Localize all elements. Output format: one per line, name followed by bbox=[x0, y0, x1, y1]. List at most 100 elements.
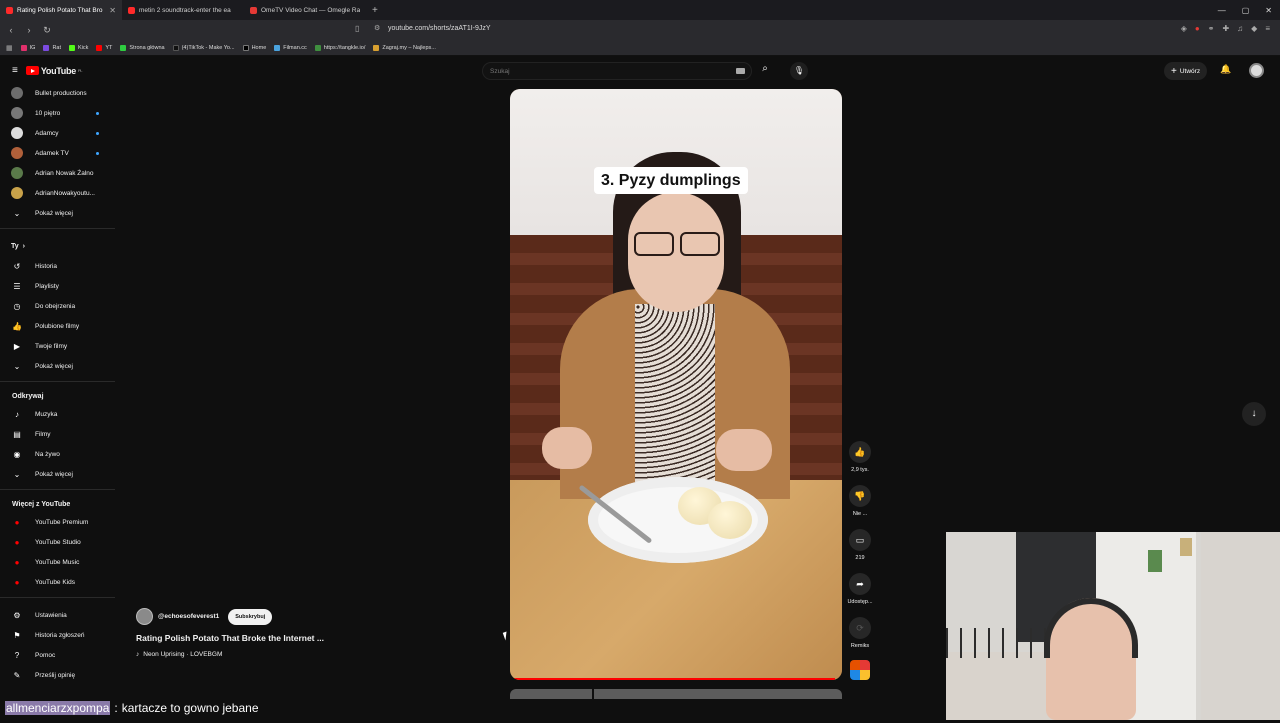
bookmark-item[interactable]: Filman.cc bbox=[274, 44, 307, 51]
sidebar-subscription[interactable]: Bullet productions bbox=[0, 83, 115, 103]
youtube-favicon-icon bbox=[128, 6, 135, 14]
music-icon[interactable]: ♫ bbox=[1237, 24, 1243, 33]
sidebar-item-youtube-kids[interactable]: ● YouTube Kids bbox=[0, 572, 115, 592]
site-info-icon[interactable]: ⚙ bbox=[374, 24, 380, 32]
sidebar-item-label: YouTube Studio bbox=[35, 538, 81, 546]
bookmark-item[interactable]: Strona główna bbox=[120, 44, 165, 51]
sidebar-item-live[interactable]: ◉ Na żywo bbox=[0, 444, 115, 464]
bookmark-item[interactable]: YT bbox=[96, 44, 112, 51]
sidebar-item-liked[interactable]: 👍 Polubione filmy bbox=[0, 316, 115, 336]
chevron-right-icon: › bbox=[22, 242, 25, 250]
like-button[interactable]: 👍 2,9 tys. bbox=[843, 441, 877, 473]
sidebar-show-more-you[interactable]: ⌄ Pokaż więcej bbox=[0, 356, 115, 376]
microphone-icon[interactable]: 🎙 bbox=[790, 62, 808, 80]
share-icon: ➦ bbox=[849, 573, 871, 595]
bookmark-item[interactable]: Home bbox=[242, 44, 266, 51]
close-window-icon[interactable]: ✕ bbox=[1265, 6, 1272, 15]
keyboard-icon[interactable] bbox=[736, 68, 745, 74]
notifications-bell-icon[interactable]: 🔔 bbox=[1220, 64, 1231, 75]
sidebar-item-playlists[interactable]: ☰ Playlisty bbox=[0, 276, 115, 296]
next-short-preview[interactable] bbox=[510, 689, 842, 699]
sound-thumbnail[interactable] bbox=[850, 660, 870, 680]
puzzle-icon[interactable]: ✚ bbox=[1222, 24, 1229, 33]
sidebar-item-youtube-music[interactable]: ● YouTube Music bbox=[0, 552, 115, 572]
search-icon[interactable]: ⌕ bbox=[756, 63, 774, 79]
bookmark-item[interactable]: Rat bbox=[43, 44, 61, 51]
forward-icon[interactable]: › bbox=[22, 25, 36, 35]
remix-label: Remiks bbox=[850, 643, 870, 649]
account-avatar[interactable] bbox=[1249, 63, 1264, 78]
bookmark-item[interactable]: IG bbox=[20, 44, 35, 51]
sound-row[interactable]: ♪ Neon Uprising · LOVEBGM bbox=[136, 651, 496, 658]
dislike-button[interactable]: 👎 Nie ... bbox=[843, 485, 877, 517]
bookmark-icon[interactable]: ▯ bbox=[355, 24, 359, 33]
short-title[interactable]: Rating Polish Potato That Broke the Inte… bbox=[136, 633, 496, 643]
sidebar-item-label: Pokaż więcej bbox=[35, 470, 73, 478]
url-input[interactable]: youtube.com/shorts/zaAT1I-9JzY bbox=[388, 25, 491, 32]
sidebar-show-more-subscriptions[interactable]: ⌄ Pokaż więcej bbox=[0, 203, 115, 223]
sidebar-item-youtube-premium[interactable]: ● YouTube Premium bbox=[0, 512, 115, 532]
apps-grid-icon[interactable]: ▦ bbox=[6, 44, 13, 52]
back-icon[interactable]: ‹ bbox=[4, 25, 18, 35]
arrow-down-icon[interactable]: ↓ bbox=[1242, 402, 1266, 426]
sidebar-item-help[interactable]: ? Pomoc bbox=[0, 645, 115, 665]
comment-icon: ▭ bbox=[849, 529, 871, 551]
channel-handle[interactable]: @echoesofeverest1 bbox=[158, 613, 219, 620]
remix-button[interactable]: ⟳ Remiks bbox=[843, 617, 877, 649]
minimize-icon[interactable]: — bbox=[1218, 6, 1226, 15]
bookmark-item[interactable]: Zagraj.my – Najleps... bbox=[373, 44, 436, 51]
extension-icon[interactable]: ⚭ bbox=[1208, 24, 1215, 33]
youtube-music-icon: ● bbox=[14, 557, 20, 567]
sidebar-subscription[interactable]: Adamcy bbox=[0, 123, 115, 143]
sidebar-item-report-history[interactable]: ⚑ Historia zgłoszeń bbox=[0, 625, 115, 645]
video-progress-bar[interactable] bbox=[510, 678, 836, 680]
search-input[interactable]: Szukaj bbox=[482, 62, 752, 80]
extension-icon[interactable]: ◈ bbox=[1181, 24, 1187, 33]
shield-icon[interactable]: ◆ bbox=[1251, 24, 1257, 33]
subscribe-button[interactable]: Subskrybuj bbox=[228, 608, 273, 625]
channel-name: Adamcy bbox=[35, 129, 59, 137]
sidebar-subscription[interactable]: AdrianNowakyoutu... bbox=[0, 183, 115, 203]
sidebar-item-watch-later[interactable]: ◷ Do obejrzenia bbox=[0, 296, 115, 316]
sidebar-subscription[interactable]: 10 piętro bbox=[0, 103, 115, 123]
tab-youtube-short[interactable]: Rating Polish Potato That Bro ✕ bbox=[0, 0, 122, 20]
comments-button[interactable]: ▭ 219 bbox=[843, 529, 877, 561]
new-content-dot bbox=[96, 111, 99, 115]
sidebar-item-label: Prześlij opinię bbox=[35, 671, 76, 679]
bookmark-item[interactable]: (4)TikTok - Make Yo... bbox=[172, 44, 235, 51]
bookmark-item[interactable]: https://tangkle.io/ bbox=[314, 44, 365, 51]
close-tab-icon[interactable]: ✕ bbox=[109, 6, 116, 15]
channel-avatar[interactable] bbox=[136, 608, 153, 625]
tab-metin-soundtrack[interactable]: metin 2 soundtrack-enter the ea bbox=[122, 0, 244, 20]
sidebar-item-your-videos[interactable]: ▶ Twoje filmy bbox=[0, 336, 115, 356]
sidebar-item-settings[interactable]: ⚙ Ustawienia bbox=[0, 605, 115, 625]
reload-icon[interactable]: ↻ bbox=[40, 25, 54, 36]
sidebar-item-feedback[interactable]: ✎ Prześlij opinię bbox=[0, 665, 115, 685]
short-video-player[interactable]: 3. Pyzy dumplings bbox=[510, 89, 842, 680]
sidebar-you-header[interactable]: Ty › bbox=[0, 236, 115, 256]
youtube-logo[interactable]: YouTube PL bbox=[25, 66, 83, 76]
share-button[interactable]: ➦ Udostęp... bbox=[843, 573, 877, 605]
bookmark-item[interactable]: Kick bbox=[69, 44, 88, 51]
extension-icons: ◈ ● ⚭ ✚ ♫ ◆ ≡ bbox=[1181, 24, 1270, 33]
sidebar-item-youtube-studio[interactable]: ● YouTube Studio bbox=[0, 532, 115, 552]
new-tab-icon[interactable]: + bbox=[366, 5, 384, 16]
divider bbox=[0, 381, 115, 382]
video-scene-blouse bbox=[635, 304, 715, 484]
share-label: Udostęp... bbox=[847, 599, 873, 605]
menu-icon[interactable]: ≡ bbox=[12, 65, 18, 76]
create-button[interactable]: + Utwórz bbox=[1164, 62, 1208, 80]
sidebar-item-movies[interactable]: ▤ Filmy bbox=[0, 424, 115, 444]
sidebar-item-music[interactable]: ♪ Muzyka bbox=[0, 404, 115, 424]
maximize-icon[interactable]: ▢ bbox=[1242, 6, 1250, 15]
sidebar-subscription[interactable]: Adrian Nowak Żalno bbox=[0, 163, 115, 183]
sidebar-show-more-explore[interactable]: ⌄ Pokaż więcej bbox=[0, 464, 115, 484]
extension-icon[interactable]: ● bbox=[1195, 24, 1200, 33]
menu-icon[interactable]: ≡ bbox=[1265, 24, 1270, 33]
rat-icon bbox=[43, 44, 50, 51]
sidebar-item-label: Historia zgłoszeń bbox=[35, 631, 85, 639]
tab-ometv[interactable]: OmeTV Video Chat — Omegle Rand bbox=[244, 0, 366, 20]
sidebar-item-history[interactable]: ↺ Historia bbox=[0, 256, 115, 276]
sidebar-subscription[interactable]: Adamek TV bbox=[0, 143, 115, 163]
bookmarks-bar: ▦ IG Rat Kick YT Strona główna (4)TikTok… bbox=[0, 40, 1280, 56]
